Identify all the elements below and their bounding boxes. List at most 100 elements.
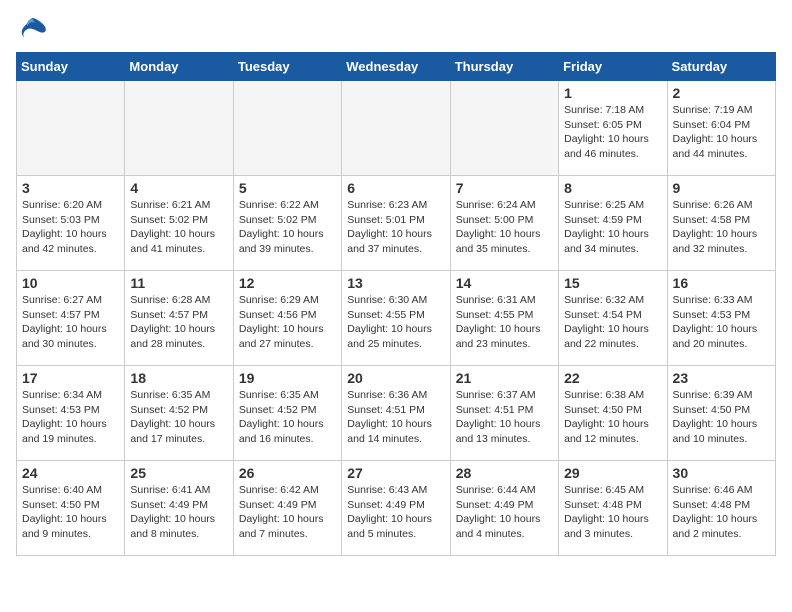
day-number: 30 <box>673 465 770 481</box>
calendar-cell <box>125 81 233 176</box>
day-info: Sunrise: 6:20 AM Sunset: 5:03 PM Dayligh… <box>22 198 119 257</box>
calendar-cell: 13 Sunrise: 6:30 AM Sunset: 4:55 PM Dayli… <box>342 271 450 366</box>
day-number: 10 <box>22 275 119 291</box>
calendar-cell: 23 Sunrise: 6:39 AM Sunset: 4:50 PM Dayli… <box>667 366 775 461</box>
day-info: Sunrise: 6:35 AM Sunset: 4:52 PM Dayligh… <box>130 388 227 447</box>
day-info: Sunrise: 6:22 AM Sunset: 5:02 PM Dayligh… <box>239 198 336 257</box>
week-row-3: 10 Sunrise: 6:27 AM Sunset: 4:57 PM Dayli… <box>17 271 776 366</box>
day-info: Sunrise: 6:30 AM Sunset: 4:55 PM Dayligh… <box>347 293 444 352</box>
day-number: 2 <box>673 85 770 101</box>
day-number: 14 <box>456 275 553 291</box>
day-number: 3 <box>22 180 119 196</box>
day-info: Sunrise: 6:27 AM Sunset: 4:57 PM Dayligh… <box>22 293 119 352</box>
day-number: 1 <box>564 85 661 101</box>
day-number: 29 <box>564 465 661 481</box>
day-info: Sunrise: 6:34 AM Sunset: 4:53 PM Dayligh… <box>22 388 119 447</box>
calendar-cell: 10 Sunrise: 6:27 AM Sunset: 4:57 PM Dayli… <box>17 271 125 366</box>
calendar-table: SundayMondayTuesdayWednesdayThursdayFrid… <box>16 52 776 556</box>
day-header-friday: Friday <box>559 53 667 81</box>
day-header-tuesday: Tuesday <box>233 53 341 81</box>
calendar-cell: 3 Sunrise: 6:20 AM Sunset: 5:03 PM Daylig… <box>17 176 125 271</box>
calendar-cell: 15 Sunrise: 6:32 AM Sunset: 4:54 PM Dayli… <box>559 271 667 366</box>
day-info: Sunrise: 6:21 AM Sunset: 5:02 PM Dayligh… <box>130 198 227 257</box>
week-row-1: 1 Sunrise: 7:18 AM Sunset: 6:05 PM Daylig… <box>17 81 776 176</box>
day-info: Sunrise: 6:40 AM Sunset: 4:50 PM Dayligh… <box>22 483 119 542</box>
calendar-cell: 20 Sunrise: 6:36 AM Sunset: 4:51 PM Dayli… <box>342 366 450 461</box>
calendar-cell: 25 Sunrise: 6:41 AM Sunset: 4:49 PM Dayli… <box>125 461 233 556</box>
day-number: 17 <box>22 370 119 386</box>
day-number: 12 <box>239 275 336 291</box>
day-info: Sunrise: 6:25 AM Sunset: 4:59 PM Dayligh… <box>564 198 661 257</box>
calendar-cell: 29Sunrise: 6:45 AM Sunset: 4:48 PM Dayli… <box>559 461 667 556</box>
day-number: 11 <box>130 275 227 291</box>
calendar-cell: 26Sunrise: 6:42 AM Sunset: 4:49 PM Dayli… <box>233 461 341 556</box>
day-number: 15 <box>564 275 661 291</box>
calendar-cell: 5 Sunrise: 6:22 AM Sunset: 5:02 PM Daylig… <box>233 176 341 271</box>
day-info: Sunrise: 6:29 AM Sunset: 4:56 PM Dayligh… <box>239 293 336 352</box>
calendar-cell: 11 Sunrise: 6:28 AM Sunset: 4:57 PM Dayli… <box>125 271 233 366</box>
week-row-2: 3 Sunrise: 6:20 AM Sunset: 5:03 PM Daylig… <box>17 176 776 271</box>
calendar-cell: 19Sunrise: 6:35 AM Sunset: 4:52 PM Dayli… <box>233 366 341 461</box>
day-number: 7 <box>456 180 553 196</box>
day-info: Sunrise: 7:19 AM Sunset: 6:04 PM Dayligh… <box>673 103 770 162</box>
calendar-cell <box>342 81 450 176</box>
calendar-cell: 28 Sunrise: 6:44 AM Sunset: 4:49 PM Dayli… <box>450 461 558 556</box>
day-info: Sunrise: 6:46 AM Sunset: 4:48 PM Dayligh… <box>673 483 770 542</box>
day-number: 22 <box>564 370 661 386</box>
calendar-cell: 4 Sunrise: 6:21 AM Sunset: 5:02 PM Daylig… <box>125 176 233 271</box>
day-info: Sunrise: 6:36 AM Sunset: 4:51 PM Dayligh… <box>347 388 444 447</box>
calendar-cell: 2 Sunrise: 7:19 AM Sunset: 6:04 PM Daylig… <box>667 81 775 176</box>
day-number: 25 <box>130 465 227 481</box>
header <box>16 16 776 44</box>
day-header-monday: Monday <box>125 53 233 81</box>
day-info: Sunrise: 6:33 AM Sunset: 4:53 PM Dayligh… <box>673 293 770 352</box>
calendar-cell: 17 Sunrise: 6:34 AM Sunset: 4:53 PM Dayli… <box>17 366 125 461</box>
day-header-thursday: Thursday <box>450 53 558 81</box>
calendar-cell: 21 Sunrise: 6:37 AM Sunset: 4:51 PM Dayli… <box>450 366 558 461</box>
day-number: 9 <box>673 180 770 196</box>
day-number: 21 <box>456 370 553 386</box>
calendar-cell: 30 Sunrise: 6:46 AM Sunset: 4:48 PM Dayli… <box>667 461 775 556</box>
day-number: 8 <box>564 180 661 196</box>
calendar-cell <box>17 81 125 176</box>
day-number: 28 <box>456 465 553 481</box>
calendar-cell: 1 Sunrise: 7:18 AM Sunset: 6:05 PM Daylig… <box>559 81 667 176</box>
day-info: Sunrise: 6:32 AM Sunset: 4:54 PM Dayligh… <box>564 293 661 352</box>
day-number: 5 <box>239 180 336 196</box>
day-header-saturday: Saturday <box>667 53 775 81</box>
day-info: Sunrise: 6:39 AM Sunset: 4:50 PM Dayligh… <box>673 388 770 447</box>
calendar-cell: 16 Sunrise: 6:33 AM Sunset: 4:53 PM Dayli… <box>667 271 775 366</box>
day-number: 18 <box>130 370 227 386</box>
day-info: Sunrise: 6:42 AM Sunset: 4:49 PM Dayligh… <box>239 483 336 542</box>
day-number: 27 <box>347 465 444 481</box>
calendar-cell: 8 Sunrise: 6:25 AM Sunset: 4:59 PM Daylig… <box>559 176 667 271</box>
day-header-sunday: Sunday <box>17 53 125 81</box>
day-info: Sunrise: 6:26 AM Sunset: 4:58 PM Dayligh… <box>673 198 770 257</box>
day-info: Sunrise: 6:37 AM Sunset: 4:51 PM Dayligh… <box>456 388 553 447</box>
day-info: Sunrise: 6:41 AM Sunset: 4:49 PM Dayligh… <box>130 483 227 542</box>
calendar-cell: 12 Sunrise: 6:29 AM Sunset: 4:56 PM Dayli… <box>233 271 341 366</box>
week-row-4: 17 Sunrise: 6:34 AM Sunset: 4:53 PM Dayli… <box>17 366 776 461</box>
calendar-cell <box>450 81 558 176</box>
logo <box>16 16 52 44</box>
day-info: Sunrise: 6:44 AM Sunset: 4:49 PM Dayligh… <box>456 483 553 542</box>
day-number: 13 <box>347 275 444 291</box>
day-info: Sunrise: 6:24 AM Sunset: 5:00 PM Dayligh… <box>456 198 553 257</box>
calendar-cell: 7 Sunrise: 6:24 AM Sunset: 5:00 PM Daylig… <box>450 176 558 271</box>
day-number: 24 <box>22 465 119 481</box>
day-number: 23 <box>673 370 770 386</box>
calendar-cell: 6Sunrise: 6:23 AM Sunset: 5:01 PM Daylig… <box>342 176 450 271</box>
day-info: Sunrise: 6:31 AM Sunset: 4:55 PM Dayligh… <box>456 293 553 352</box>
calendar-cell: 9 Sunrise: 6:26 AM Sunset: 4:58 PM Daylig… <box>667 176 775 271</box>
day-number: 16 <box>673 275 770 291</box>
day-number: 4 <box>130 180 227 196</box>
calendar-cell: 14 Sunrise: 6:31 AM Sunset: 4:55 PM Dayli… <box>450 271 558 366</box>
day-info: Sunrise: 7:18 AM Sunset: 6:05 PM Dayligh… <box>564 103 661 162</box>
calendar-cell: 24 Sunrise: 6:40 AM Sunset: 4:50 PM Dayli… <box>17 461 125 556</box>
day-info: Sunrise: 6:35 AM Sunset: 4:52 PM Dayligh… <box>239 388 336 447</box>
calendar-cell <box>233 81 341 176</box>
logo-bird-icon <box>16 16 48 44</box>
day-info: Sunrise: 6:28 AM Sunset: 4:57 PM Dayligh… <box>130 293 227 352</box>
day-number: 20 <box>347 370 444 386</box>
day-info: Sunrise: 6:43 AM Sunset: 4:49 PM Dayligh… <box>347 483 444 542</box>
